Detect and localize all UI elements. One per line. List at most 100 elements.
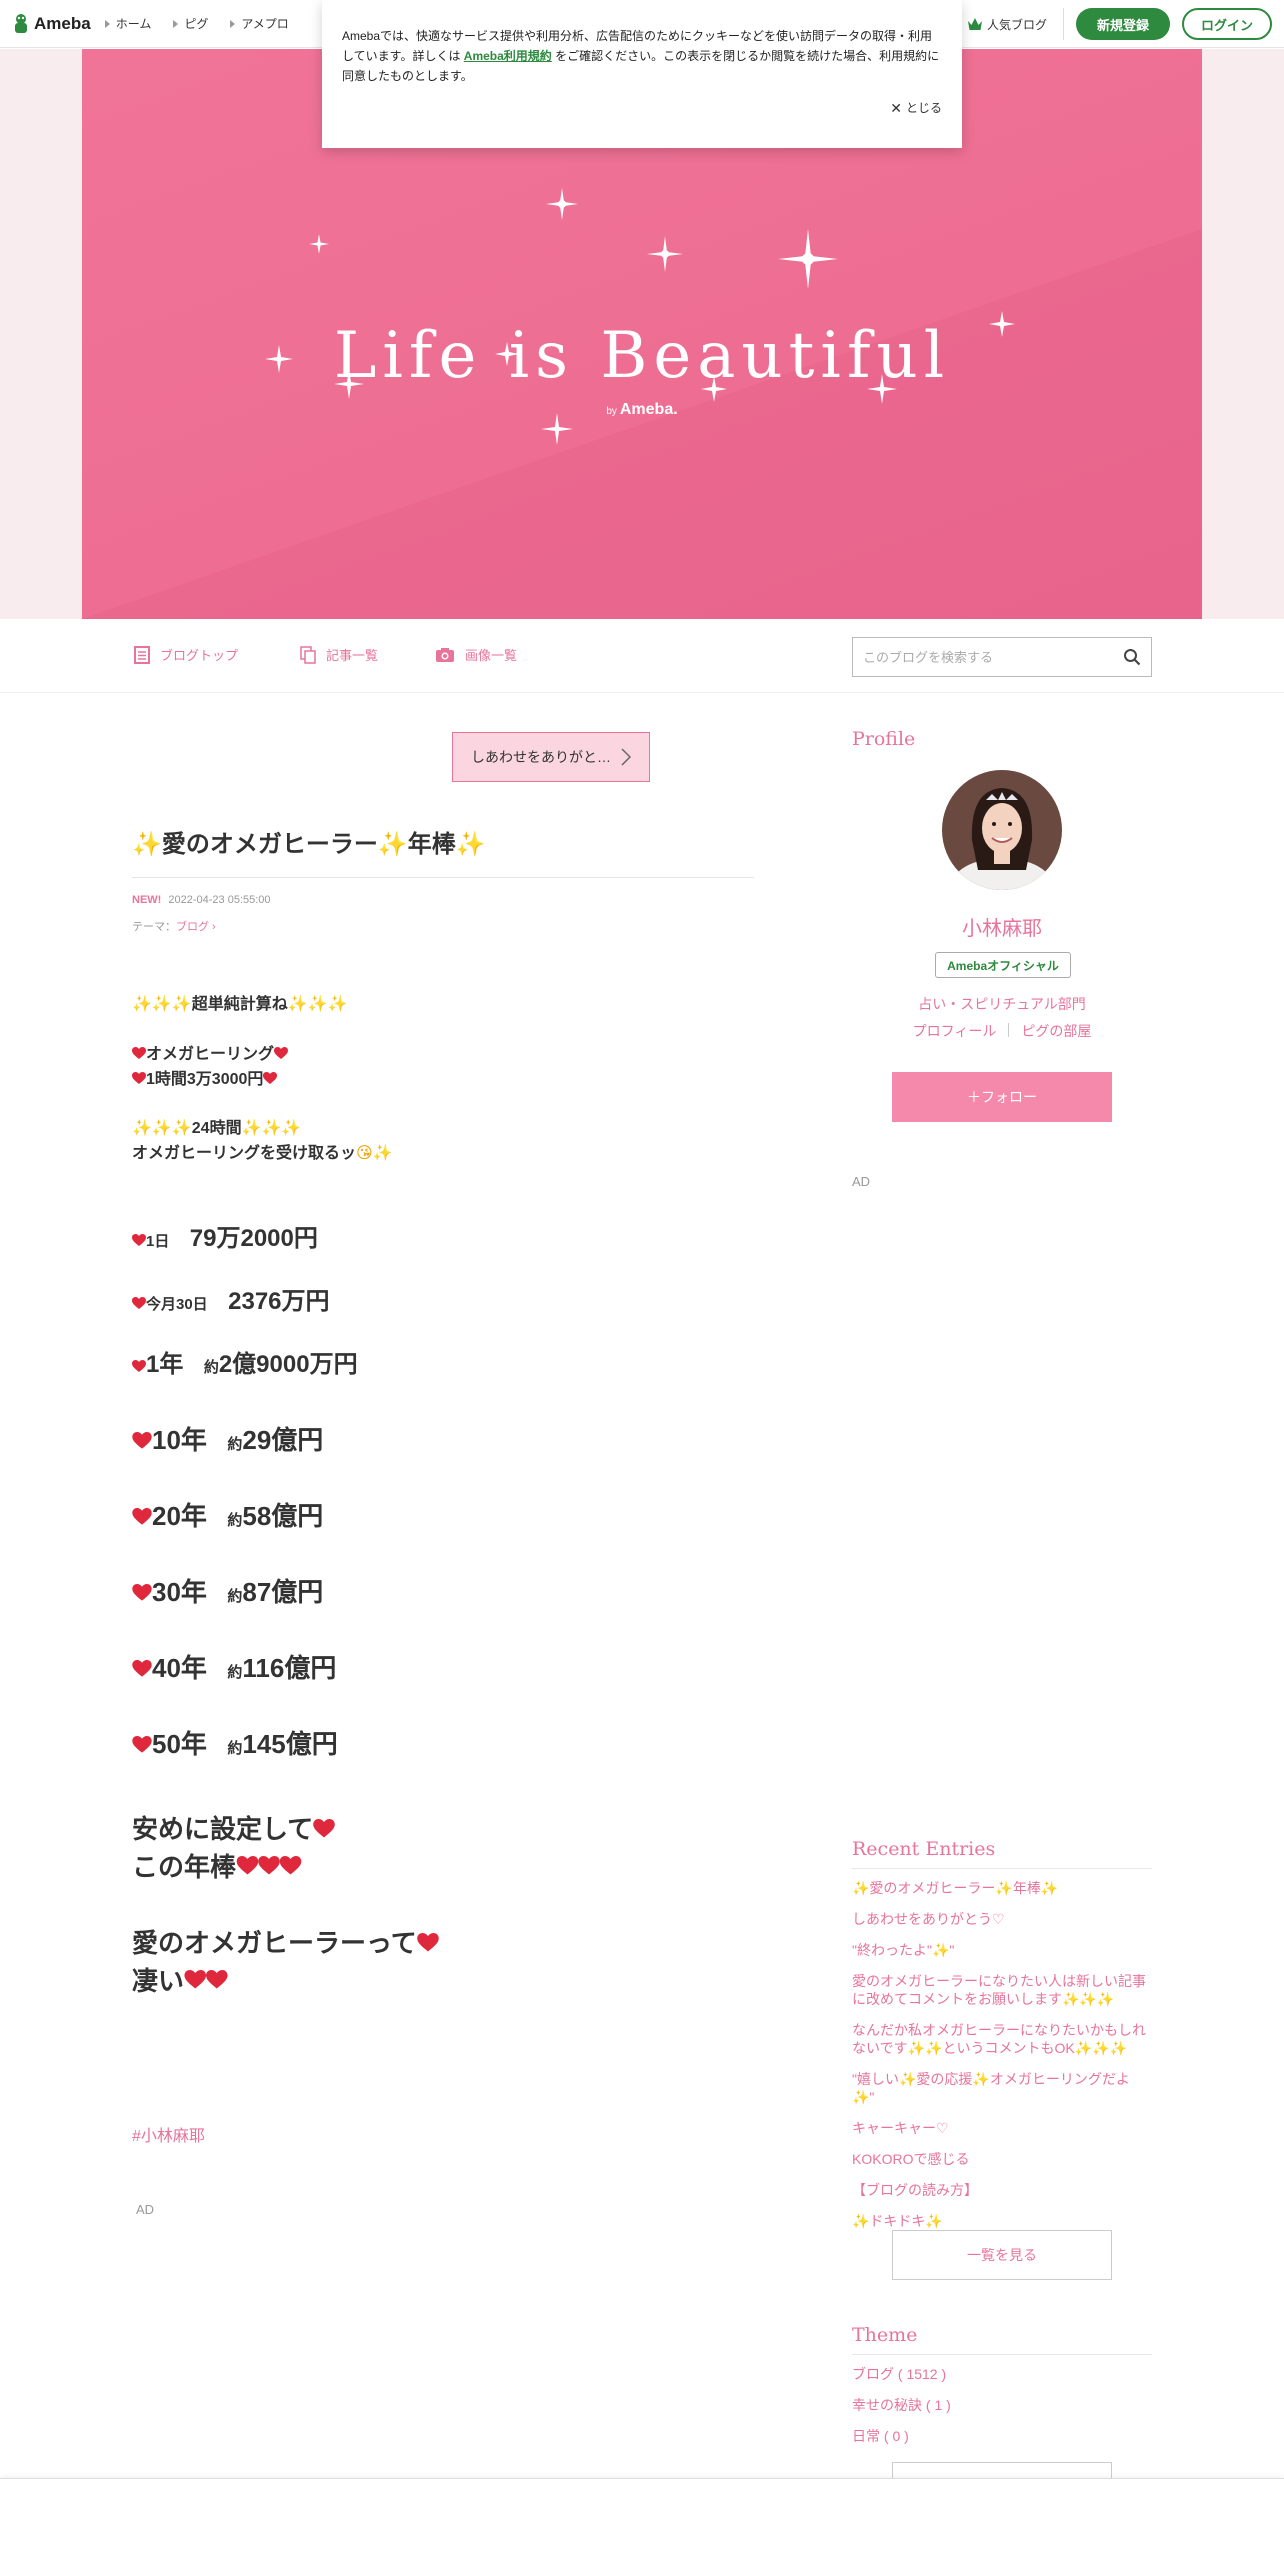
entry-theme-link[interactable]: ブログ — [176, 921, 209, 933]
income-row-value: 116億円 — [242, 1653, 337, 1683]
income-row-label: 50年 — [152, 1729, 207, 1759]
prev-entry-label: しあわせをありがと… — [471, 749, 611, 765]
ad-label: AD — [852, 1174, 871, 1189]
entry-closing1-text: 安めに設定して — [132, 1814, 314, 1844]
prev-entry-button[interactable]: しあわせをありがと… — [452, 732, 650, 782]
heart-icon — [132, 1508, 152, 1526]
recent-entry-link[interactable]: "嬉しい✨愛の応援✨オメガヒーリングだよ✨" — [852, 2070, 1152, 2106]
ad-label: AD — [136, 2202, 155, 2217]
hashtag-link[interactable]: #小林麻耶 — [132, 2122, 205, 2146]
recent-entry-link[interactable]: 【ブログの読み方】 — [852, 2181, 1152, 2199]
pig-room-link[interactable]: ピグの部屋 — [1021, 1021, 1091, 1041]
login-button[interactable]: ログイン — [1182, 8, 1272, 40]
income-row-prefix: 約 — [227, 1740, 243, 1757]
heart-icon — [132, 1660, 152, 1678]
nav-blog-top[interactable]: ブログトップ — [134, 645, 238, 664]
income-row: 10年 約29億円 — [132, 1420, 323, 1457]
income-row: 30年 約87億円 — [132, 1572, 323, 1609]
income-row-value: 29億円 — [242, 1425, 324, 1455]
popular-blog-link[interactable]: 人気ブログ — [967, 8, 1064, 40]
theme-link[interactable]: ブログ ( 1512 ) — [852, 2365, 1152, 2383]
sparkle-emoji-icon: ✨✨✨ — [132, 1120, 192, 1137]
profile-link[interactable]: プロフィール — [913, 1021, 997, 1041]
new-badge: NEW! — [132, 894, 162, 906]
nav-entry-list-label: 記事一覧 — [326, 648, 379, 663]
income-row-value: 2億9000万円 — [218, 1351, 358, 1378]
income-row-label: 10年 — [152, 1425, 207, 1455]
recent-entry-link[interactable]: ✨愛のオメガヒーラー✨年棒✨ — [852, 1879, 1152, 1897]
blog-search-input[interactable] — [863, 649, 1123, 665]
hero-brand: Ameba. — [619, 401, 678, 418]
recent-entry-link[interactable]: なんだか私オメガヒーラーになりたいかもしれないです✨✨というコメントもOK✨✨✨ — [852, 2021, 1152, 2057]
gnav-amepro[interactable]: アメプロ — [230, 15, 289, 32]
heart-icon — [132, 1068, 146, 1084]
entry-closing3-text: 愛のオメガヒーラーって — [132, 1928, 417, 1958]
chevron-right-icon — [621, 748, 631, 766]
terms-link[interactable]: Ameba利用規約 — [464, 49, 552, 63]
income-row: 1年 約2億9000万円 — [132, 1344, 358, 1379]
income-row-prefix: 約 — [203, 1359, 219, 1376]
nav-entry-list[interactable]: 記事一覧 — [300, 645, 378, 664]
header-actions: 人気ブログ 新規登録 ログイン — [967, 8, 1272, 40]
heart-icon — [313, 1811, 336, 1838]
theme-link[interactable]: 幸せの秘訣 ( 1 ) — [852, 2396, 1152, 2414]
profile-avatar[interactable] — [942, 770, 1062, 890]
income-row-label: 1年 — [146, 1351, 184, 1378]
recent-entry-link[interactable]: キャーキャー♡ — [852, 2119, 1152, 2137]
global-nav: ホーム ピグ アメプロ — [104, 15, 289, 32]
entry-paragraph-1: ✨✨✨超単純計算ね✨✨✨ — [132, 992, 348, 1017]
search-icon[interactable] — [1123, 648, 1141, 666]
entry-paragraph-3: ✨✨✨24時間✨✨✨ オメガヒーリングを受け取るッ😘✨ — [132, 1116, 393, 1166]
recent-entry-link[interactable]: しあわせをありがとう♡ — [852, 1910, 1152, 1928]
heart-icon — [132, 1736, 152, 1754]
heart-icon — [132, 1432, 152, 1450]
nav-image-list[interactable]: 画像一覧 — [435, 645, 517, 664]
entry-closing-2: 愛のオメガヒーラーって 凄い — [132, 1924, 439, 2000]
recent-entry-link[interactable]: 愛のオメガヒーラーになりたい人は新しい記事に改めてコメントをお願いします✨✨✨ — [852, 1972, 1152, 2008]
bottom-bar — [0, 2478, 1284, 2568]
income-row-value: 2376万円 — [228, 1288, 330, 1315]
gnav-pig[interactable]: ピグ — [173, 15, 208, 32]
ameba-logo[interactable]: Ameba — [12, 13, 91, 35]
sparkle-icon — [309, 234, 329, 254]
cookie-close-button[interactable]: ✕ とじる — [890, 98, 942, 118]
theme-link[interactable]: 日常 ( 0 ) — [852, 2427, 1152, 2445]
income-row: 20年 約58億円 — [132, 1496, 323, 1533]
recent-entry-link[interactable]: ✨ドキドキ✨ — [852, 2212, 1152, 2230]
register-button[interactable]: 新規登録 — [1076, 8, 1170, 40]
profile-category[interactable]: 占い・スピリチュアル部門 — [852, 994, 1152, 1014]
entry-theme-label: テーマ： — [132, 921, 176, 933]
see-all-button[interactable]: 一覧を見る — [892, 2230, 1112, 2280]
triangle-right-icon — [173, 19, 179, 28]
income-row-label: 40年 — [152, 1653, 207, 1683]
nav-image-list-label: 画像一覧 — [465, 648, 518, 663]
income-row-label: 20年 — [152, 1501, 207, 1531]
income-row-prefix: 約 — [227, 1588, 243, 1605]
profile-name[interactable]: 小林麻耶 — [852, 912, 1152, 941]
income-row-label: 30年 — [152, 1577, 207, 1607]
recent-entry-link[interactable]: "終わったよ"✨" — [852, 1941, 1152, 1959]
entry-closing4-text: 凄い — [132, 1966, 185, 1996]
cookie-notice: Amebaでは、快適なサービス提供や利用分析、広告配信のためにクッキーなどを使い… — [322, 0, 962, 148]
recent-entry-link[interactable]: KOKOROで感じる — [852, 2150, 1152, 2168]
entry-meta: NEW! 2022-04-23 05:55:00 — [132, 894, 271, 906]
divider — [1008, 1023, 1010, 1037]
blog-nav: ブログトップ 記事一覧 画像一覧 — [0, 619, 1284, 693]
hero-byline: by Ameba. — [82, 401, 1202, 419]
entry-closing-1: 安めに設定して この年棒 — [132, 1810, 336, 1886]
gnav-home[interactable]: ホーム — [104, 15, 152, 32]
income-row-prefix: 約 — [227, 1436, 243, 1453]
document-icon — [134, 645, 150, 664]
sparkle-emoji-icon: ✨✨✨ — [287, 996, 348, 1013]
income-row: 今月30日 2376万円 — [132, 1281, 330, 1316]
ameba-logo-text: Ameba — [34, 13, 91, 33]
avatar-photo — [942, 770, 1062, 890]
sparkle-icon — [647, 236, 683, 272]
recent-entries: Recent Entries ✨愛のオメガヒーラー✨年棒✨ しあわせをありがとう… — [852, 1838, 1152, 2243]
income-row: 50年 約145億円 — [132, 1724, 338, 1761]
gnav-home-label: ホーム — [115, 17, 152, 31]
heart-icon — [132, 1297, 146, 1310]
income-row-value: 58億円 — [242, 1501, 324, 1531]
follow-button[interactable]: ＋フォロー — [892, 1072, 1112, 1122]
blog-search — [852, 637, 1152, 677]
